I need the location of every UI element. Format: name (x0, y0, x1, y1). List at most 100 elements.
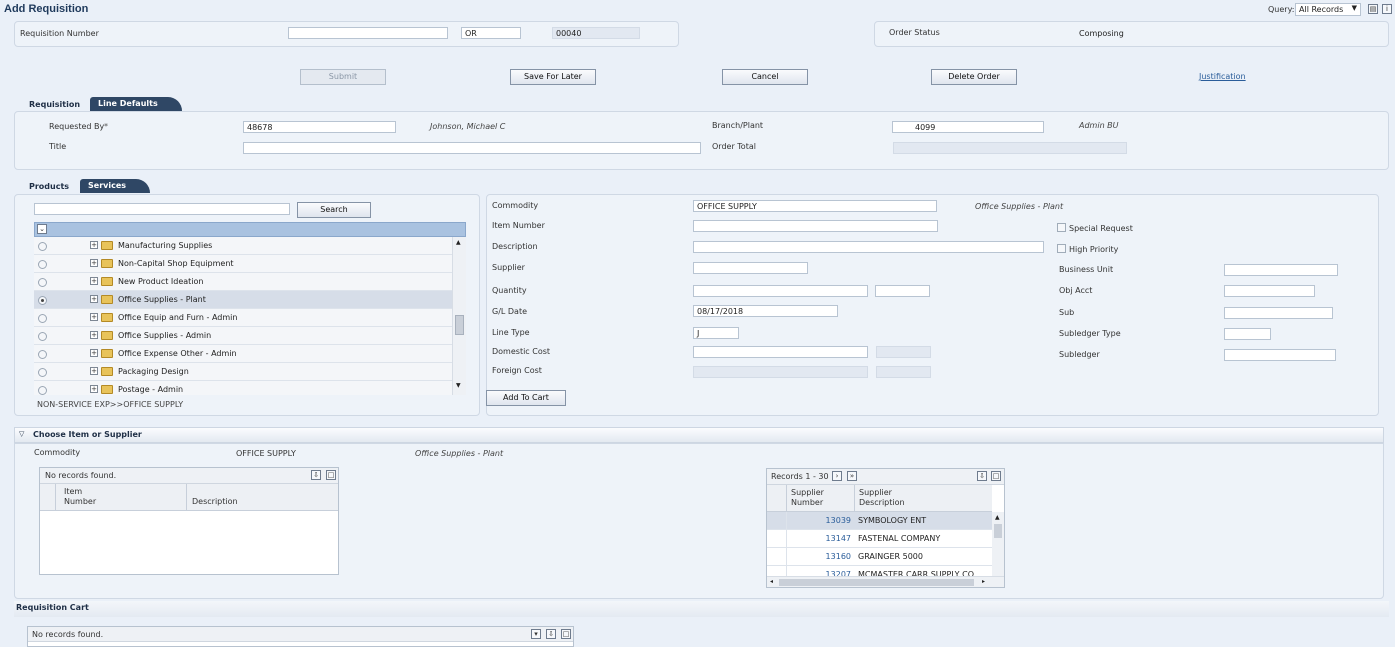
export-icon[interactable]: ⇩ (311, 470, 321, 480)
info-icon[interactable]: i (1382, 4, 1392, 14)
tab-requisition[interactable]: Requisition (29, 100, 80, 109)
special-request-checkbox[interactable] (1057, 223, 1066, 232)
tree-item[interactable]: + Office Supplies - Admin (34, 327, 452, 345)
maximize-icon[interactable]: □ (326, 470, 336, 480)
export-icon[interactable]: ⇩ (546, 629, 556, 639)
tree-item[interactable]: + Office Supplies - Plant (34, 291, 452, 309)
expand-icon[interactable]: + (90, 367, 98, 375)
line-type-input[interactable]: J (693, 327, 739, 339)
supplier-number[interactable]: 13147 (789, 534, 851, 543)
save-for-later-button[interactable]: Save For Later (510, 69, 596, 85)
commodity-input[interactable]: OFFICE SUPPLY (693, 200, 937, 212)
tab-line-defaults[interactable]: Line Defaults (90, 97, 182, 111)
tree-item[interactable]: + Office Equip and Furn - Admin (34, 309, 452, 327)
supplier-input[interactable] (693, 262, 808, 274)
delete-order-button[interactable]: Delete Order (931, 69, 1017, 85)
sub-input[interactable] (1224, 307, 1333, 319)
subledger-type-input[interactable] (1224, 328, 1271, 340)
personalize-icon[interactable]: ▤ (1368, 4, 1378, 14)
tree-radio[interactable] (38, 332, 47, 341)
tree-item[interactable]: + Packaging Design (34, 363, 452, 381)
last-page-icon[interactable]: » (847, 471, 857, 481)
branch-plant-input[interactable]: 4099 (892, 121, 1044, 133)
title-input[interactable] (243, 142, 701, 154)
expand-icon[interactable]: + (90, 331, 98, 339)
tab-products[interactable]: Products (29, 182, 69, 191)
add-to-cart-button[interactable]: Add To Cart (486, 390, 566, 406)
scroll-thumb[interactable] (455, 315, 464, 335)
tree-radio[interactable] (38, 314, 47, 323)
obj-acct-input[interactable] (1224, 285, 1315, 297)
justification-link[interactable]: Justification (1199, 72, 1246, 81)
tree-item[interactable]: + Office Expense Other - Admin (34, 345, 452, 363)
scroll-thumb[interactable] (994, 524, 1002, 538)
tree-radio[interactable] (38, 296, 47, 305)
scroll-up-icon[interactable]: ▲ (995, 514, 1000, 521)
high-priority-checkbox[interactable] (1057, 244, 1066, 253)
description-input[interactable] (693, 241, 1044, 253)
next-page-icon[interactable]: › (832, 471, 842, 481)
col-supplier-number[interactable]: Supplier Number (791, 488, 824, 508)
row-selector[interactable] (767, 530, 787, 548)
supplier-row[interactable]: 13147 FASTENAL COMPANY (767, 530, 992, 548)
folder-icon (101, 259, 113, 268)
cancel-button[interactable]: Cancel (722, 69, 808, 85)
tree-radio[interactable] (38, 386, 47, 395)
supplier-row[interactable]: 13160 GRAINGER 5000 (767, 548, 992, 566)
quantity-input[interactable] (693, 285, 868, 297)
expand-icon[interactable]: + (90, 385, 98, 393)
requisition-number-input[interactable] (288, 27, 448, 39)
collapse-icon[interactable]: ⌄ (37, 224, 47, 234)
expand-icon[interactable]: + (90, 313, 98, 321)
row-selector[interactable] (767, 548, 787, 566)
tree-scrollbar[interactable]: ▲ ▼ (452, 237, 466, 395)
tree-item[interactable]: + Postage - Admin (34, 381, 452, 395)
expand-icon[interactable]: + (90, 241, 98, 249)
tree-item[interactable]: + Manufacturing Supplies (34, 237, 452, 255)
supplier-hscroll[interactable]: ◂ ▸ (767, 576, 1004, 587)
query-select[interactable]: All Records ▼ (1295, 3, 1361, 16)
business-unit-input[interactable] (1224, 264, 1338, 276)
submit-button[interactable]: Submit (300, 69, 386, 85)
domestic-cost-input[interactable] (693, 346, 868, 358)
maximize-icon[interactable]: □ (991, 471, 1001, 481)
subledger-input[interactable] (1224, 349, 1336, 361)
tree-item[interactable]: + New Product Ideation (34, 273, 452, 291)
scroll-right-icon[interactable]: ▸ (982, 578, 985, 585)
col-description[interactable]: Description (192, 497, 238, 506)
gl-date-input[interactable]: 08/17/2018 (693, 305, 838, 317)
search-button[interactable]: Search (297, 202, 371, 218)
filter-icon[interactable]: ▾ (531, 629, 541, 639)
tree-radio[interactable] (38, 350, 47, 359)
supplier-vscroll[interactable]: ▲ (992, 512, 1004, 577)
tree-radio[interactable] (38, 242, 47, 251)
supplier-number[interactable]: 13160 (789, 552, 851, 561)
scroll-up-icon[interactable]: ▲ (456, 239, 461, 246)
expand-icon[interactable]: + (90, 295, 98, 303)
col-item-number[interactable]: Item Number (64, 487, 96, 507)
row-selector[interactable] (767, 512, 787, 530)
requested-by-input[interactable]: 48678 (243, 121, 396, 133)
tree-item[interactable]: + Non-Capital Shop Equipment (34, 255, 452, 273)
catalog-search-input[interactable] (34, 203, 290, 215)
scroll-down-icon[interactable]: ▼ (456, 382, 461, 389)
tree-radio[interactable] (38, 260, 47, 269)
scroll-left-icon[interactable]: ◂ (770, 578, 773, 585)
maximize-icon[interactable]: □ (561, 629, 571, 639)
supplier-row[interactable]: 13039 SYMBOLOGY ENT (767, 512, 992, 530)
supplier-number[interactable]: 13039 (789, 516, 851, 525)
tab-services[interactable]: Services (80, 179, 150, 193)
order-type-input[interactable]: OR (461, 27, 521, 39)
uom-input[interactable] (875, 285, 930, 297)
tree-radio[interactable] (38, 368, 47, 377)
expand-icon[interactable]: + (90, 277, 98, 285)
item-number-input[interactable] (693, 220, 938, 232)
scroll-thumb[interactable] (779, 579, 974, 586)
col-supplier-desc[interactable]: Supplier Description (859, 488, 905, 508)
collapse-arrow-icon[interactable]: ▽ (19, 430, 24, 438)
tree-radio[interactable] (38, 278, 47, 287)
expand-icon[interactable]: + (90, 349, 98, 357)
choose-item-supplier-header[interactable]: ▽ Choose Item or Supplier (14, 427, 1384, 443)
expand-icon[interactable]: + (90, 259, 98, 267)
export-icon[interactable]: ⇩ (977, 471, 987, 481)
